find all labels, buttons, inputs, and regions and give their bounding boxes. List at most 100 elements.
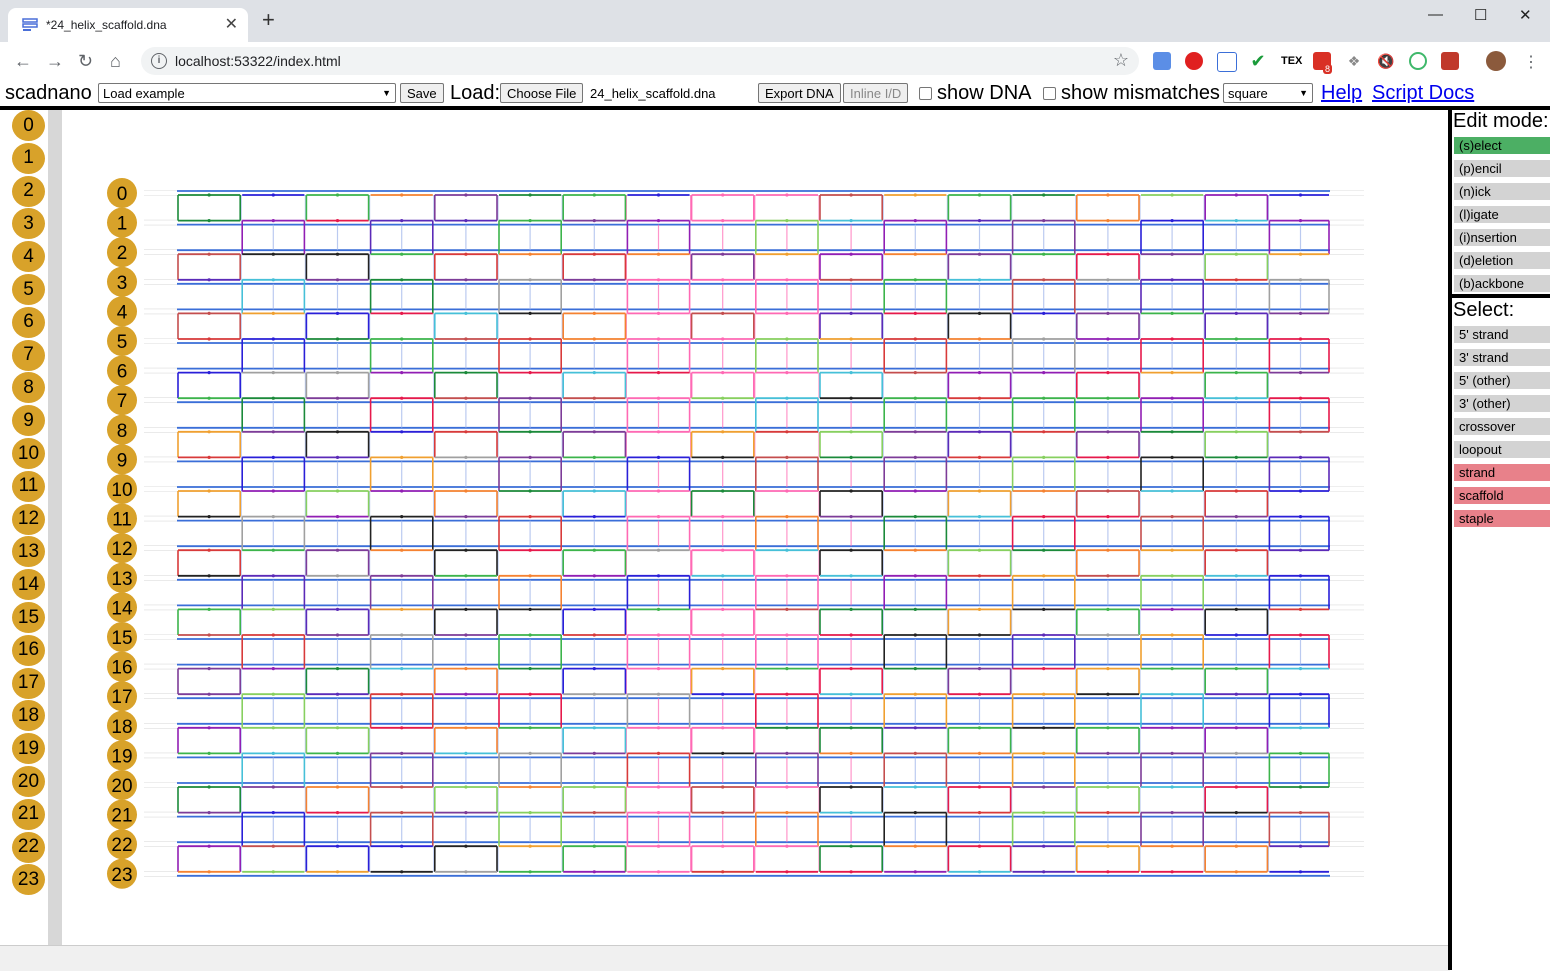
- staple-end: [721, 193, 725, 197]
- select-5-strand[interactable]: 5' strand: [1454, 326, 1550, 343]
- help-link[interactable]: Help: [1321, 82, 1362, 105]
- staple-end: [977, 455, 982, 459]
- forward-icon[interactable]: →: [46, 51, 64, 72]
- select-staple[interactable]: staple: [1454, 510, 1550, 527]
- staple-end: [271, 489, 275, 493]
- staple-end: [207, 193, 211, 197]
- show-mismatches-checkbox[interactable]: [1043, 86, 1056, 100]
- side-helix-14[interactable]: 14: [12, 569, 45, 601]
- extension-red-icon[interactable]: [1441, 52, 1459, 70]
- minimize-icon[interactable]: —: [1428, 6, 1443, 23]
- staple-end: [1298, 515, 1303, 519]
- select-3-other[interactable]: 3' (other): [1454, 395, 1550, 412]
- side-helix-22[interactable]: 22: [12, 831, 45, 863]
- staple-end: [335, 633, 340, 637]
- select-3-strand[interactable]: 3' strand: [1454, 349, 1550, 366]
- reload-icon[interactable]: ↻: [78, 51, 93, 72]
- save-button[interactable]: Save: [400, 83, 444, 103]
- bottom-scrollbar[interactable]: [0, 945, 1450, 971]
- staple-end: [528, 667, 532, 671]
- side-helix-13[interactable]: 13: [12, 536, 45, 568]
- edit-mode-nick[interactable]: (n)ick: [1454, 183, 1550, 200]
- extension-chat-icon[interactable]: [1153, 52, 1171, 70]
- main-design-view[interactable]: 0 1 2 3 4 5 6 7 8 9 10 11 12 13 14 15 16 17 18 19 20 21 22 23: [62, 110, 1448, 945]
- staple-end: [656, 811, 661, 815]
- side-helix-9[interactable]: 9: [12, 405, 45, 437]
- load-example-select[interactable]: Load example ▼: [98, 83, 396, 103]
- extension-tex-icon[interactable]: TEX: [1281, 52, 1302, 70]
- staple-end: [849, 667, 853, 671]
- inline-id-button[interactable]: Inline I/D: [843, 83, 909, 103]
- export-dna-button[interactable]: Export DNA: [758, 83, 841, 103]
- side-helix-17[interactable]: 17: [12, 667, 45, 699]
- staple-end: [849, 430, 853, 434]
- side-helix-16[interactable]: 16: [12, 634, 45, 666]
- edit-mode-deletion[interactable]: (d)eletion: [1454, 252, 1550, 269]
- side-helix-10[interactable]: 10: [12, 438, 45, 469]
- side-helix-1[interactable]: 1: [12, 142, 45, 174]
- design-canvas[interactable]: 01234567891011121314151617181920212223: [62, 110, 1448, 945]
- side-helix-19[interactable]: 19: [12, 733, 45, 765]
- side-helix-18[interactable]: 18: [12, 700, 45, 732]
- bookmark-star-icon[interactable]: ☆: [1113, 50, 1129, 71]
- url-omnibox[interactable]: i localhost:53322/index.html ☆: [141, 47, 1139, 75]
- main-helix-label: 15: [111, 628, 132, 649]
- side-helix-15[interactable]: 15: [12, 602, 45, 633]
- edit-mode-backbone[interactable]: (b)ackbone: [1454, 275, 1550, 292]
- side-helix-21[interactable]: 21: [12, 798, 45, 830]
- edit-mode-ligate[interactable]: (l)igate: [1454, 206, 1550, 223]
- browser-tab[interactable]: *24_helix_scaffold.dna ✕: [8, 8, 248, 42]
- side-helix-20[interactable]: 20: [12, 766, 45, 797]
- show-dna-checkbox[interactable]: [919, 86, 932, 100]
- site-info-icon[interactable]: i: [151, 53, 167, 69]
- edit-mode-select[interactable]: (s)elect: [1454, 137, 1550, 154]
- home-icon[interactable]: ⌂: [110, 51, 121, 72]
- extension-mute-icon[interactable]: 🔇: [1377, 52, 1395, 70]
- browser-menu-icon[interactable]: ⋮: [1523, 52, 1539, 72]
- side-helix-2[interactable]: 2: [12, 175, 45, 207]
- staple-end: [400, 811, 404, 815]
- edit-mode-pencil[interactable]: (p)encil: [1454, 160, 1550, 177]
- side-helix-11[interactable]: 11: [12, 470, 45, 502]
- staple-end: [1298, 337, 1303, 341]
- close-tab-icon[interactable]: ✕: [225, 14, 238, 34]
- side-helix-12[interactable]: 12: [12, 503, 45, 535]
- maximize-icon[interactable]: ☐: [1474, 6, 1487, 24]
- main-helix-label: 11: [112, 510, 132, 531]
- extension-dropbox-icon[interactable]: ❖: [1345, 52, 1363, 70]
- side-helix-3[interactable]: 3: [12, 208, 45, 240]
- new-tab-icon[interactable]: +: [262, 9, 275, 31]
- side-helix-23[interactable]: 23: [12, 864, 45, 896]
- panel-divider[interactable]: [48, 110, 62, 945]
- staple-end: [464, 193, 468, 197]
- select-loopout[interactable]: loopout: [1454, 441, 1550, 458]
- extension-opera-icon[interactable]: [1185, 52, 1203, 70]
- extension-check-icon[interactable]: ✔: [1249, 52, 1267, 70]
- side-helix-0[interactable]: 0: [12, 110, 45, 141]
- choose-file-button[interactable]: Choose File: [500, 83, 584, 103]
- extension-circle-icon[interactable]: [1409, 52, 1427, 70]
- back-icon[interactable]: ←: [14, 51, 32, 72]
- staple-end: [1106, 785, 1110, 789]
- select-strand[interactable]: strand: [1454, 464, 1550, 481]
- side-helix-5[interactable]: 5: [12, 274, 45, 305]
- side-helix-6[interactable]: 6: [12, 306, 45, 338]
- select-5-other[interactable]: 5' (other): [1454, 372, 1550, 389]
- side-helix-4[interactable]: 4: [12, 241, 45, 273]
- side-helix-7[interactable]: 7: [12, 339, 45, 371]
- staple-end: [977, 278, 982, 282]
- select-scaffold[interactable]: scaffold: [1454, 487, 1550, 504]
- extension-pen-icon[interactable]: [1217, 52, 1237, 72]
- profile-avatar[interactable]: [1486, 51, 1506, 71]
- edit-mode-insertion[interactable]: (i)nsertion: [1454, 229, 1550, 246]
- script-docs-link[interactable]: Script Docs: [1372, 82, 1474, 105]
- staple-end: [1298, 430, 1303, 434]
- close-window-icon[interactable]: ✕: [1519, 6, 1532, 24]
- staple-end: [271, 607, 275, 611]
- select-crossover[interactable]: crossover: [1454, 418, 1550, 435]
- grid-select[interactable]: square ▼: [1223, 83, 1313, 103]
- staple-end: [977, 607, 982, 611]
- staple-end: [785, 607, 789, 611]
- side-helix-8[interactable]: 8: [12, 372, 45, 404]
- staple-end: [977, 311, 982, 315]
